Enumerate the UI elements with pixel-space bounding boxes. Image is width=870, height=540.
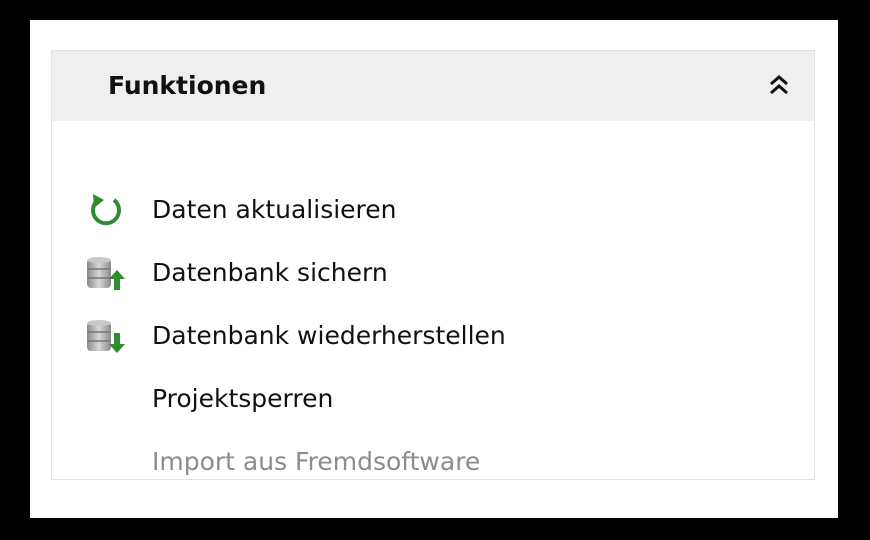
item-project-locks[interactable]: Projektsperren	[84, 380, 604, 420]
item-label: Datenbank wiederherstellen	[152, 321, 506, 350]
database-backup-icon	[84, 256, 134, 292]
item-label: Daten aktualisieren	[152, 195, 397, 224]
window-content: Funktionen Daten aktualisieren Datenbank…	[30, 20, 838, 518]
item-backup-database[interactable]: Datenbank sichern	[84, 254, 604, 294]
item-label: Import aus Fremdsoftware	[152, 447, 481, 476]
database-restore-icon	[84, 319, 134, 355]
item-label: Projektsperren	[152, 384, 334, 413]
item-import-external: Import aus Fremdsoftware	[84, 443, 604, 483]
double-chevron-up-icon[interactable]	[762, 69, 796, 103]
item-label: Datenbank sichern	[152, 258, 388, 287]
item-restore-database[interactable]: Datenbank wiederherstellen	[84, 317, 604, 357]
functions-panel: Funktionen Daten aktualisieren Datenbank…	[51, 50, 815, 480]
panel-header[interactable]: Funktionen	[52, 51, 814, 121]
panel-title: Funktionen	[108, 71, 267, 100]
item-refresh-data[interactable]: Daten aktualisieren	[84, 191, 604, 231]
refresh-icon	[84, 193, 134, 229]
